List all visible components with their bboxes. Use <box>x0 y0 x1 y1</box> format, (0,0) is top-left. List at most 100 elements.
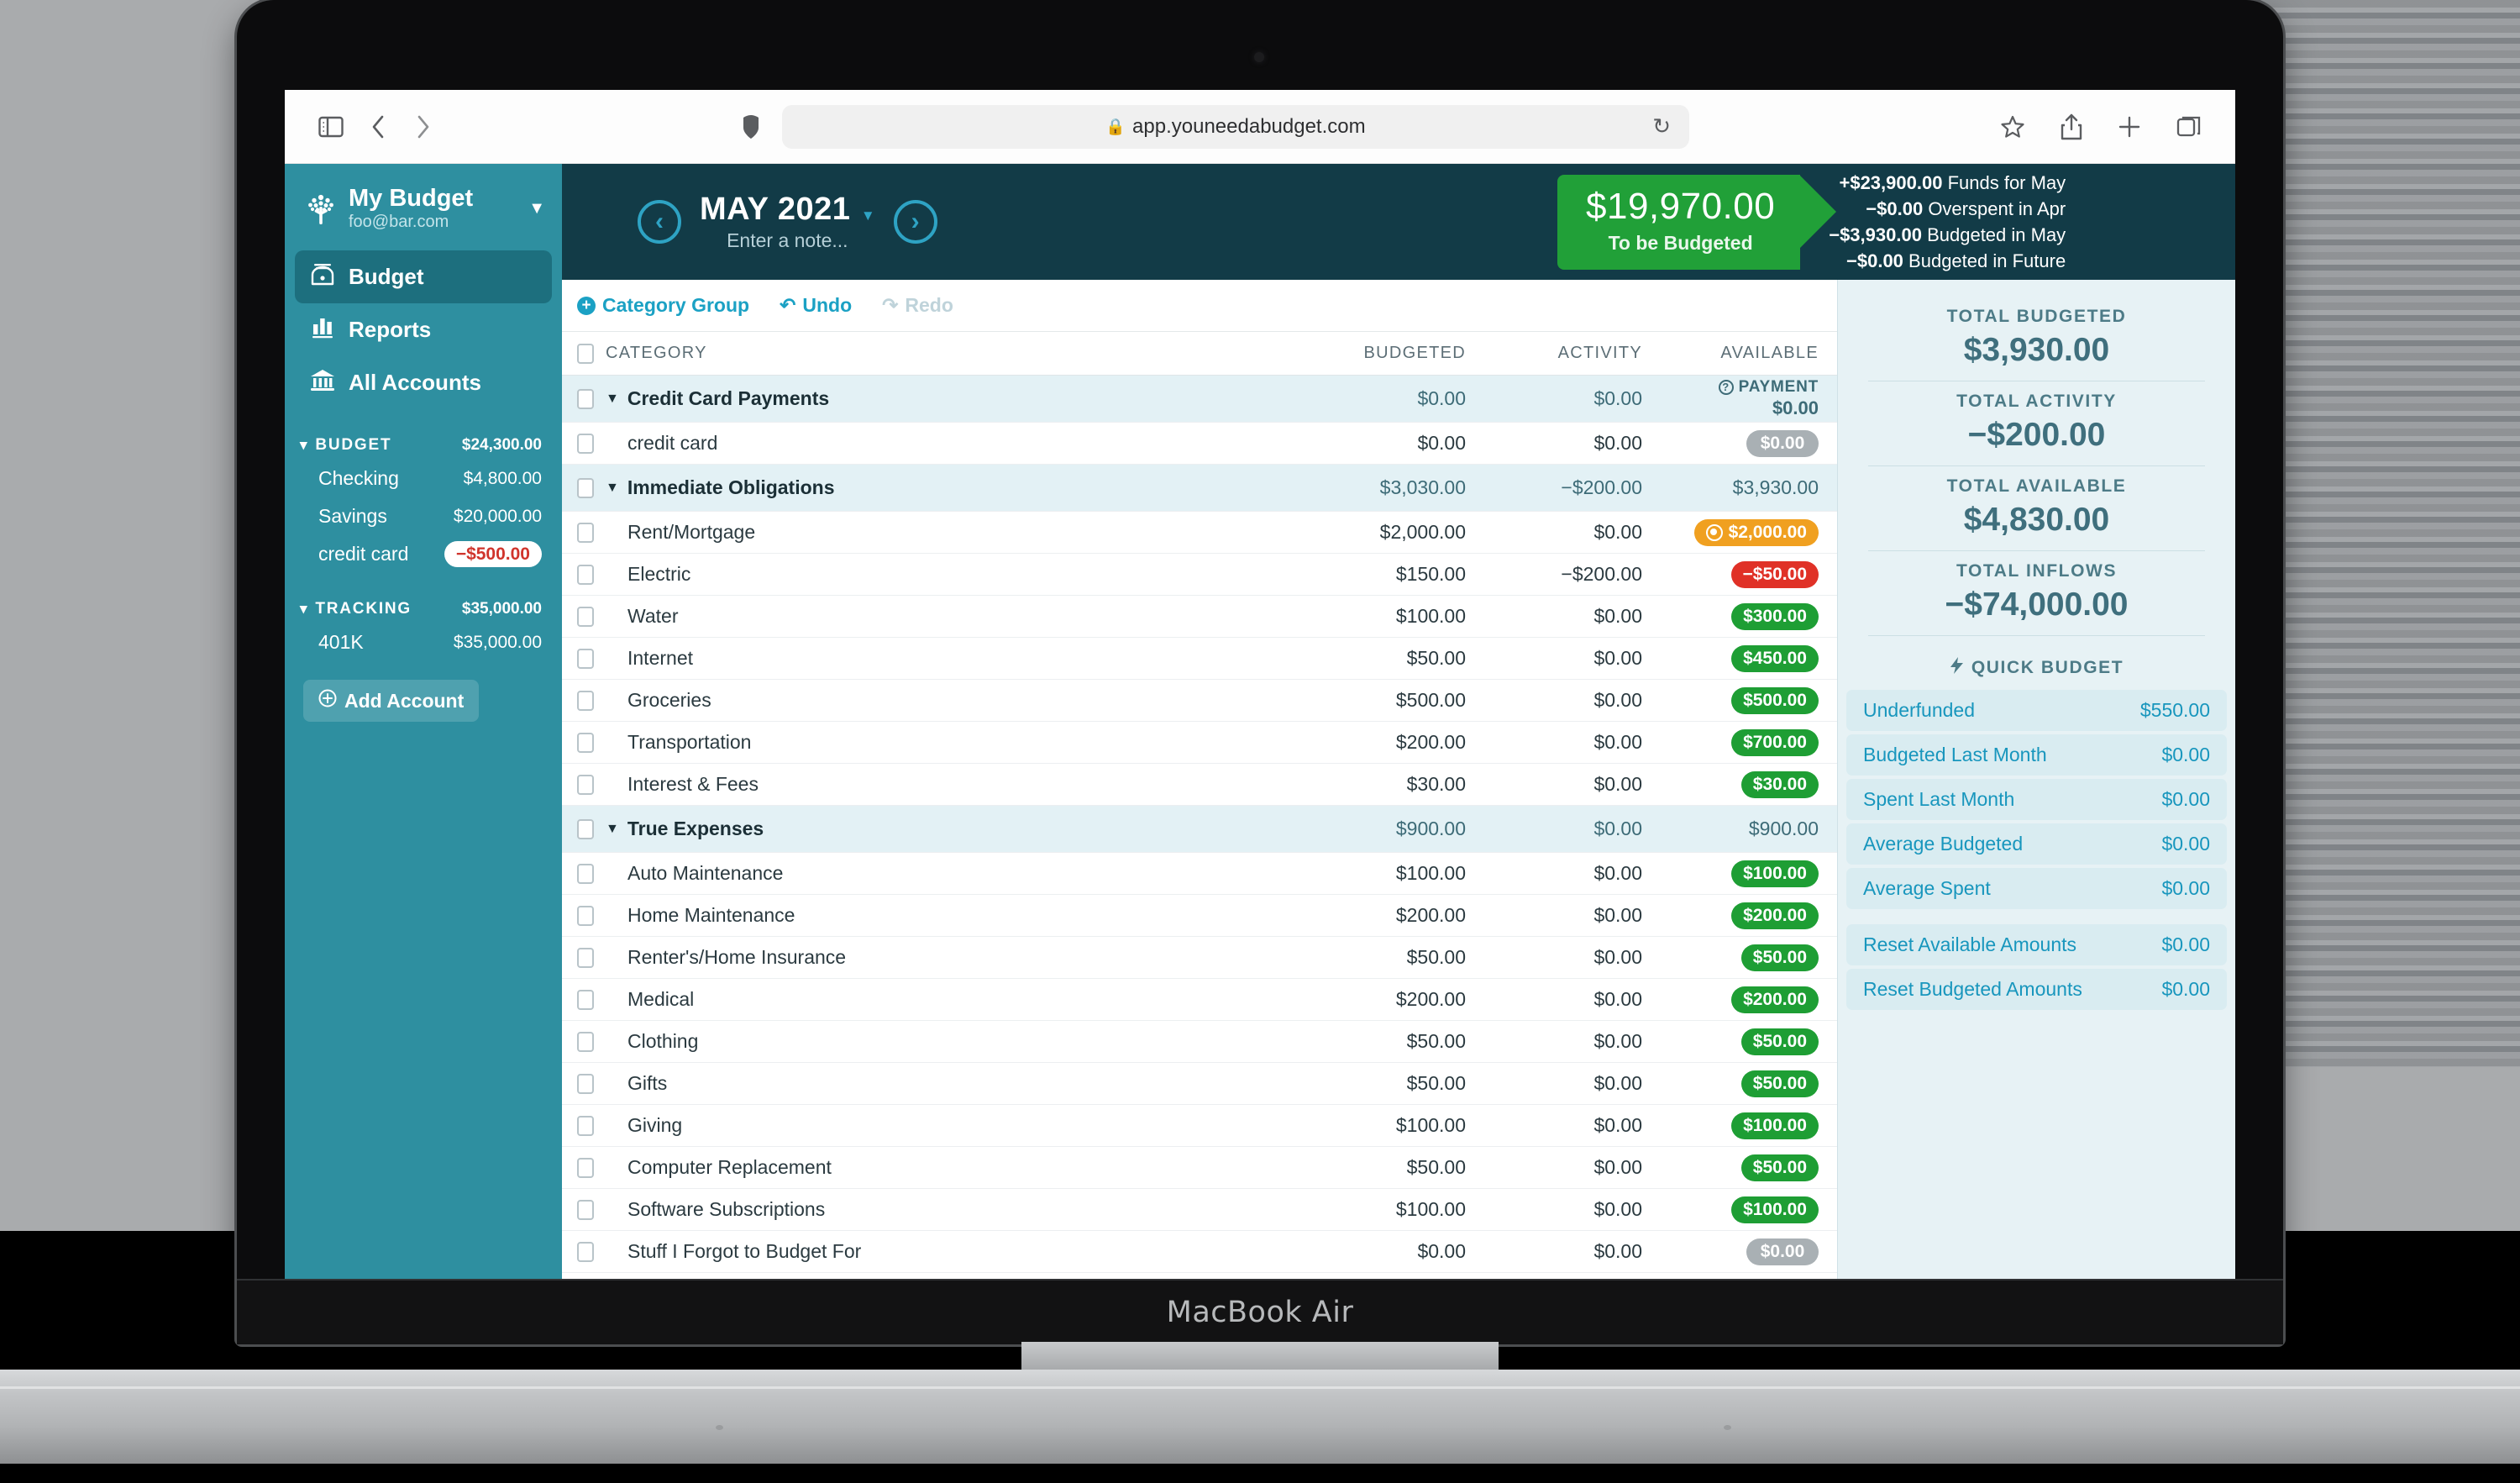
budgeted-amount[interactable]: $200.00 <box>1299 731 1476 754</box>
budgeted-amount[interactable]: $100.00 <box>1299 605 1476 628</box>
chevron-down-icon[interactable]: ▼ <box>606 481 619 496</box>
category-row[interactable]: Internet $50.00 $0.00 $450.00 <box>562 638 1837 680</box>
category-row[interactable]: Electric $150.00 −$200.00 −$50.00 <box>562 554 1837 596</box>
row-checkbox[interactable] <box>577 1241 594 1262</box>
category-row[interactable]: Gifts $50.00 $0.00 $50.00 <box>562 1063 1837 1105</box>
shield-icon[interactable] <box>742 114 760 139</box>
available-badge[interactable]: $50.00 <box>1740 1154 1819 1181</box>
chevron-down-icon[interactable]: ▼ <box>606 822 619 837</box>
row-checkbox[interactable] <box>577 433 594 454</box>
budgeted-amount[interactable]: $50.00 <box>1299 647 1476 670</box>
category-row[interactable]: Software Subscriptions $100.00 $0.00 $100.0… <box>562 1189 1837 1231</box>
chevron-right-icon[interactable]: › <box>893 200 937 244</box>
month-note-input[interactable]: Enter a note... <box>700 229 875 252</box>
available-badge[interactable]: −$50.00 <box>1730 560 1819 588</box>
to-be-budgeted-card[interactable]: $19,970.00 To be Budgeted <box>1557 174 1837 270</box>
category-row[interactable]: Transportation $200.00 $0.00 $700.00 <box>562 722 1837 764</box>
quick-budget-item[interactable]: Reset Budgeted Amounts $0.00 <box>1846 969 2227 1010</box>
chevron-left-icon[interactable]: ‹ <box>638 200 681 244</box>
budget-selector[interactable]: My Budget foo@bar.com ▼ <box>285 176 562 239</box>
forward-arrow-icon[interactable] <box>414 114 431 139</box>
row-checkbox[interactable] <box>577 690 594 711</box>
category-group-row[interactable]: ▼ True Expenses $900.00 $0.00 $900.00 <box>562 806 1837 853</box>
category-row[interactable]: Giving $100.00 $0.00 $100.00 <box>562 1105 1837 1147</box>
available-badge[interactable]: $0.00 <box>1746 1238 1819 1265</box>
budgeted-amount[interactable]: $50.00 <box>1299 946 1476 969</box>
row-checkbox[interactable] <box>577 522 594 543</box>
row-checkbox[interactable] <box>577 564 594 585</box>
budgeted-amount[interactable]: $50.00 <box>1299 1156 1476 1179</box>
available-badge[interactable]: $200.00 <box>1731 902 1819 929</box>
category-row[interactable]: Groceries $500.00 $0.00 $500.00 <box>562 680 1837 722</box>
row-checkbox[interactable] <box>577 774 594 795</box>
category-row[interactable]: Water $100.00 $0.00 $300.00 <box>562 596 1837 638</box>
available-badge[interactable]: $300.00 <box>1731 602 1819 630</box>
row-checkbox[interactable] <box>577 388 594 409</box>
account-row-401k[interactable]: 401K $35,000.00 <box>285 623 562 661</box>
tabs-icon[interactable] <box>2176 115 2202 139</box>
category-row[interactable]: Medical $200.00 $0.00 $200.00 <box>562 979 1837 1021</box>
quick-budget-item[interactable]: Average Spent $0.00 <box>1846 868 2227 909</box>
budgeted-amount[interactable]: $50.00 <box>1299 1072 1476 1095</box>
account-row-savings[interactable]: Savings $20,000.00 <box>285 497 562 535</box>
sidebar-item-budget[interactable]: Budget <box>295 250 552 304</box>
budgeted-amount[interactable]: $500.00 <box>1299 689 1476 712</box>
select-all-checkbox[interactable] <box>577 343 594 364</box>
sidebar-item-reports[interactable]: Reports <box>295 303 552 356</box>
category-row[interactable]: Auto Maintenance $100.00 $0.00 $100.00 <box>562 853 1837 895</box>
available-badge[interactable]: $100.00 <box>1731 1112 1819 1139</box>
row-checkbox[interactable] <box>577 905 594 926</box>
row-checkbox[interactable] <box>577 1073 594 1094</box>
chevron-down-icon[interactable]: ▼ <box>606 392 619 407</box>
undo-button[interactable]: ↶ Undo <box>780 294 852 317</box>
available-badge[interactable]: $2,000.00 <box>1693 518 1819 546</box>
add-account-button[interactable]: Add Account <box>303 680 480 723</box>
budgeted-amount[interactable]: $100.00 <box>1299 1114 1476 1137</box>
account-group-header[interactable]: ▾ TRACKING $35,000.00 <box>285 595 562 623</box>
row-checkbox[interactable] <box>577 1115 594 1136</box>
row-checkbox[interactable] <box>577 648 594 669</box>
available-badge[interactable]: $100.00 <box>1731 1196 1819 1223</box>
quick-budget-item[interactable]: Reset Available Amounts $0.00 <box>1846 924 2227 965</box>
question-mark-icon[interactable]: ? <box>1718 380 1734 396</box>
budgeted-amount[interactable]: $30.00 <box>1299 773 1476 796</box>
redo-button[interactable]: ↷ Redo <box>882 294 953 317</box>
available-badge[interactable]: $30.00 <box>1740 770 1819 798</box>
row-checkbox[interactable] <box>577 732 594 753</box>
category-row[interactable]: Interest & Fees $30.00 $0.00 $30.00 <box>562 764 1837 806</box>
category-row[interactable]: Home Maintenance $200.00 $0.00 $200.00 <box>562 895 1837 937</box>
account-row-credit-card[interactable]: credit card −$500.00 <box>285 535 562 573</box>
category-group-row[interactable]: ▼ Credit Card Payments $0.00 $0.00? PAYMENT $… <box>562 376 1837 423</box>
plus-icon[interactable] <box>2118 115 2141 139</box>
available-badge[interactable]: $450.00 <box>1731 644 1819 672</box>
sidebar-toggle-icon[interactable] <box>318 116 344 138</box>
budgeted-amount[interactable]: $150.00 <box>1299 563 1476 586</box>
budgeted-amount[interactable]: $50.00 <box>1299 1030 1476 1053</box>
available-badge[interactable]: $500.00 <box>1731 686 1819 714</box>
account-group-header[interactable]: ▾ BUDGET $24,300.00 <box>285 431 562 460</box>
budgeted-amount[interactable]: $0.00 <box>1299 1240 1476 1263</box>
category-row[interactable]: credit card $0.00 $0.00 $0.00 <box>562 423 1837 465</box>
row-checkbox[interactable] <box>577 863 594 884</box>
budgeted-amount[interactable]: $2,000.00 <box>1299 521 1476 544</box>
sidebar-item-all-accounts[interactable]: All Accounts <box>295 356 552 409</box>
address-bar[interactable]: 🔒 app.youneedabudget.com ↻ <box>782 104 1689 149</box>
category-row[interactable]: Stuff I Forgot to Budget For $0.00 $0.00 $0… <box>562 1231 1837 1273</box>
row-checkbox[interactable] <box>577 989 594 1010</box>
row-checkbox[interactable] <box>577 1157 594 1178</box>
quick-budget-item[interactable]: Budgeted Last Month $0.00 <box>1846 734 2227 776</box>
category-row[interactable]: Renter's/Home Insurance $50.00 $0.00 $50.00 <box>562 937 1837 979</box>
chevron-down-icon[interactable]: ▼ <box>528 199 545 218</box>
budgeted-amount[interactable]: $100.00 <box>1299 1198 1476 1221</box>
available-badge[interactable]: $700.00 <box>1731 728 1819 756</box>
row-checkbox[interactable] <box>577 606 594 627</box>
row-checkbox[interactable] <box>577 477 594 498</box>
category-row[interactable]: Rent/Mortgage $2,000.00 $0.00 $2,000.00 <box>562 512 1837 554</box>
row-checkbox[interactable] <box>577 947 594 968</box>
star-icon[interactable] <box>2000 114 2025 139</box>
category-row[interactable]: Computer Replacement $50.00 $0.00 $50.00 <box>562 1147 1837 1189</box>
quick-budget-item[interactable]: Underfunded $550.00 <box>1846 690 2227 731</box>
row-checkbox[interactable] <box>577 818 594 839</box>
budgeted-amount[interactable]: $100.00 <box>1299 862 1476 885</box>
account-row-checking[interactable]: Checking $4,800.00 <box>285 460 562 497</box>
